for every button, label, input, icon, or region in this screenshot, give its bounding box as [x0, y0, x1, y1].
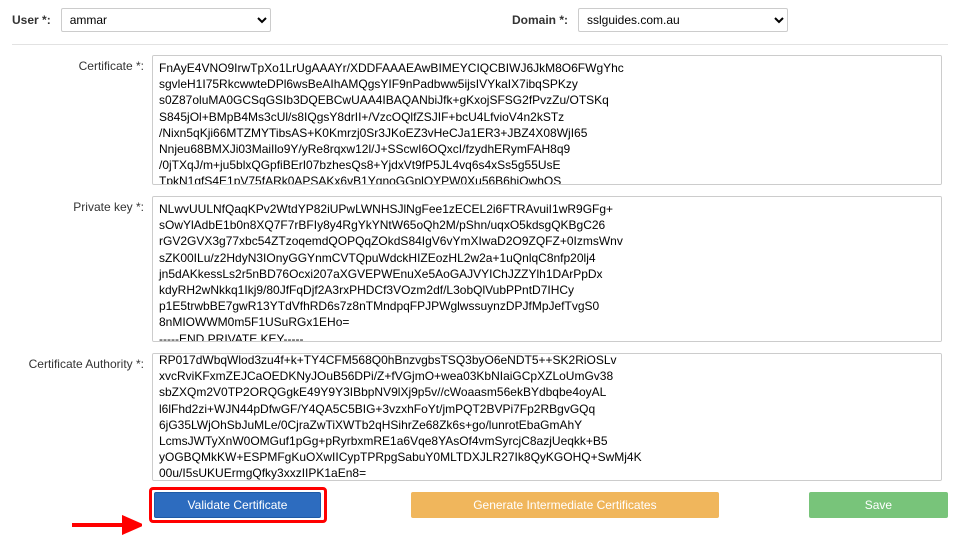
ca-textarea[interactable]: [152, 353, 942, 481]
save-button[interactable]: Save: [809, 492, 948, 518]
validate-button[interactable]: Validate Certificate: [154, 492, 321, 518]
generate-button[interactable]: Generate Intermediate Certificates: [411, 492, 719, 518]
user-group: User *: ammar: [12, 8, 271, 32]
domain-group: Domain *: sslguides.com.au: [512, 8, 788, 32]
user-label: User *:: [12, 13, 51, 27]
ca-row: Certificate Authority *:: [12, 353, 948, 484]
certificate-row: Certificate *:: [12, 55, 948, 188]
private-key-row: Private key *:: [12, 196, 948, 345]
arrow-annotation: [72, 515, 142, 535]
private-key-label: Private key *:: [12, 196, 152, 214]
private-key-textarea[interactable]: [152, 196, 942, 342]
certificate-textarea[interactable]: [152, 55, 942, 185]
divider: [12, 44, 948, 45]
button-row: Validate Certificate Generate Intermedia…: [154, 492, 948, 518]
domain-label: Domain *:: [512, 13, 568, 27]
domain-select[interactable]: sslguides.com.au: [578, 8, 788, 32]
top-controls: User *: ammar Domain *: sslguides.com.au: [12, 8, 948, 32]
ca-label: Certificate Authority *:: [12, 353, 152, 371]
user-select[interactable]: ammar: [61, 8, 271, 32]
certificate-label: Certificate *:: [12, 55, 152, 73]
